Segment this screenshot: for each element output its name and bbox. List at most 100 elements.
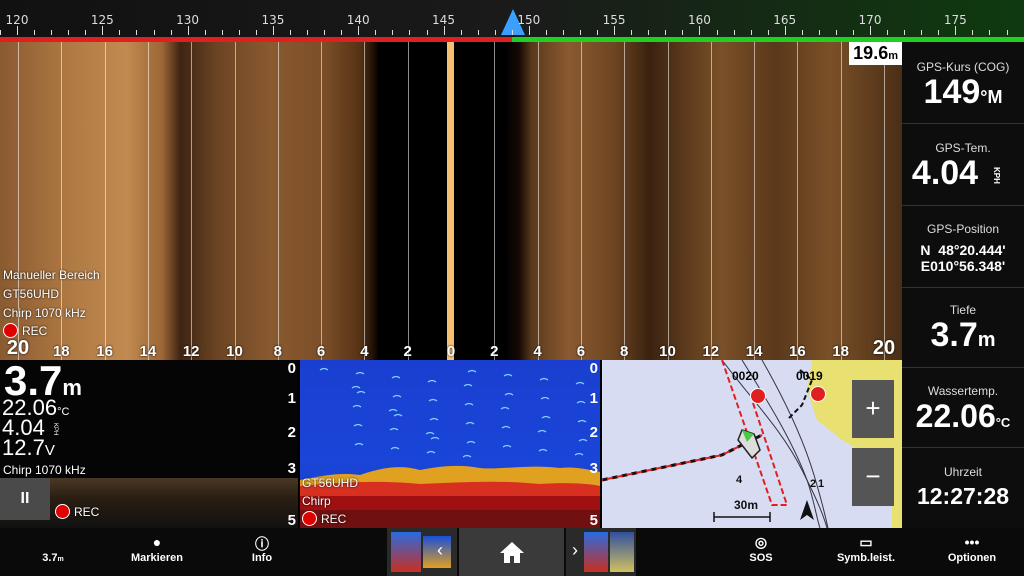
cog-unit: °M <box>980 87 1003 107</box>
compass-tick <box>136 30 138 35</box>
waypoint-0019-label: 0019 <box>796 369 823 383</box>
range-grid-line <box>624 42 626 360</box>
sonar-echo-arc <box>425 431 435 435</box>
compass-tick <box>545 30 547 35</box>
record-icon <box>3 323 18 338</box>
next-page-thumbnail[interactable]: › <box>566 528 636 576</box>
depth-scale-label: 5 <box>589 512 598 529</box>
info-button[interactable]: ⓘ Info <box>230 528 294 576</box>
downvision-voltage: 12.7V <box>2 435 55 460</box>
downvision-rec-indicator[interactable]: REC <box>55 504 99 519</box>
range-unit: m <box>888 50 898 62</box>
range-grid-line <box>667 42 669 360</box>
sidevision-center-line <box>447 42 454 360</box>
options-button[interactable]: ••• Optionen <box>940 528 1004 576</box>
sidevision-rec-indicator[interactable]: REC <box>3 323 47 338</box>
range-grid-line <box>407 42 409 360</box>
sonar-echo-arc <box>574 452 584 456</box>
sonar-echo-arc <box>390 446 400 450</box>
compass-heading-bar: 120 125 130 135 140 145 150 155 160 165 170 175 <box>0 0 1024 42</box>
depth-scale-label: 5 <box>287 512 296 529</box>
compass-tick <box>255 30 257 35</box>
compass-tick <box>818 30 820 35</box>
depth-scale-label: 3 <box>287 460 296 477</box>
cog-title: GPS-Kurs (COG) <box>916 60 1010 74</box>
sonar-echo-arc <box>462 454 472 458</box>
time-value: 12:27:28 <box>916 483 1010 509</box>
zoom-in-button[interactable]: + <box>852 380 894 438</box>
range-grid-line <box>321 42 323 360</box>
zoom-out-button[interactable]: − <box>852 448 894 506</box>
compass-tick <box>921 30 923 35</box>
sonar-echo-arc <box>577 419 587 423</box>
depth-readout-button[interactable]: 3.7m <box>28 528 78 576</box>
pause-button[interactable]: II <box>0 478 50 520</box>
compass-label: 175 <box>943 13 967 27</box>
mark-button[interactable]: ● Markieren <box>122 528 192 576</box>
sog-unit: KPH <box>992 167 1002 184</box>
compass-label: 145 <box>432 13 455 27</box>
sidevision-pane[interactable]: 19.6m Manueller Bereich GT56UHD Chirp 10… <box>0 42 902 360</box>
compass-label: 160 <box>687 13 711 27</box>
range-scale-label: 10 <box>226 343 243 360</box>
chart-pane[interactable]: 0020 0019 4 2 1 30m + − <box>602 360 902 528</box>
range-grid-line <box>364 42 366 360</box>
water-temp-title: Wassertemp. <box>927 384 999 398</box>
sos-button[interactable]: ◎ SOS <box>740 528 782 576</box>
compass-label: 165 <box>773 13 797 27</box>
compass-label: 135 <box>261 13 285 27</box>
sonar-echo-arc <box>502 444 512 448</box>
range-badge[interactable]: 19.6m <box>849 42 902 65</box>
water-temp-box: Wassertemp. 22.06°C <box>902 384 1024 441</box>
range-grid-line <box>234 42 236 360</box>
waypoint-0020-label: 0020 <box>732 369 759 383</box>
waypoint-0019-icon[interactable] <box>810 386 826 402</box>
range-scale-label: 4 <box>360 343 369 360</box>
depth-readout-value: 3.7 <box>42 552 58 564</box>
sonar-echo-arc <box>463 383 473 387</box>
prev-page-thumbnail[interactable]: ‹ <box>387 528 457 576</box>
range-grid-line <box>494 42 496 360</box>
chevron-left-icon: ‹ <box>437 540 443 560</box>
range-scale-label: 14 <box>745 343 763 360</box>
compass-tick <box>562 30 564 35</box>
depth-scale-label: 3 <box>589 460 598 477</box>
compass-label: 125 <box>90 13 114 27</box>
compass-label: 140 <box>346 13 370 27</box>
compass-tick <box>580 30 582 35</box>
depth-scale-label: 2 <box>589 424 598 441</box>
toolbar-settings-button[interactable]: ▭ Symb.leist. <box>830 528 902 576</box>
compass-tick <box>887 30 889 35</box>
compass-tick <box>358 26 360 35</box>
downvision-pane[interactable]: 3.7m 22.06°C 4.04 KPH 12.7V Chirp 1070 kH… <box>0 360 298 528</box>
compass-tick <box>784 26 786 35</box>
sonar-echo-arc <box>356 390 366 394</box>
depth-scale-label: 0 <box>287 360 296 377</box>
range-scale-label: 14 <box>139 343 157 360</box>
sonar-pane[interactable]: GT56UHD Chirp REC <box>300 360 600 528</box>
downvision-depth-scale: 0 1 2 3 5 <box>284 360 300 529</box>
compass-tick <box>955 26 957 35</box>
toolbar-settings-label: Symb.leist. <box>836 552 896 564</box>
sonar-echo-arc <box>355 371 365 375</box>
compass-tick <box>460 30 462 35</box>
compass-tick <box>767 30 769 35</box>
compass-tick <box>102 26 104 35</box>
rec-label: REC <box>321 511 347 526</box>
cog-box: GPS-Kurs (COG) 149°M <box>902 60 1024 115</box>
sonar-rec-indicator[interactable]: REC <box>302 511 346 526</box>
sog-value: 4.04 KPH <box>902 155 1024 191</box>
next-page-preview-2 <box>610 532 634 572</box>
sonar-echo-graphic <box>300 367 600 528</box>
compass-tick <box>375 30 377 35</box>
sonar-echo-arc <box>428 398 438 402</box>
divider <box>902 447 1024 448</box>
range-grid-line <box>147 42 149 360</box>
waypoint-0020-icon[interactable] <box>750 388 766 404</box>
sonar-echo-arc <box>429 417 439 421</box>
sog-box: GPS-Tem. 4.04 KPH <box>902 141 1024 191</box>
range-grid-line <box>537 42 539 360</box>
compass-tick <box>750 30 752 35</box>
home-button[interactable] <box>459 528 564 576</box>
rec-label: REC <box>74 504 100 519</box>
